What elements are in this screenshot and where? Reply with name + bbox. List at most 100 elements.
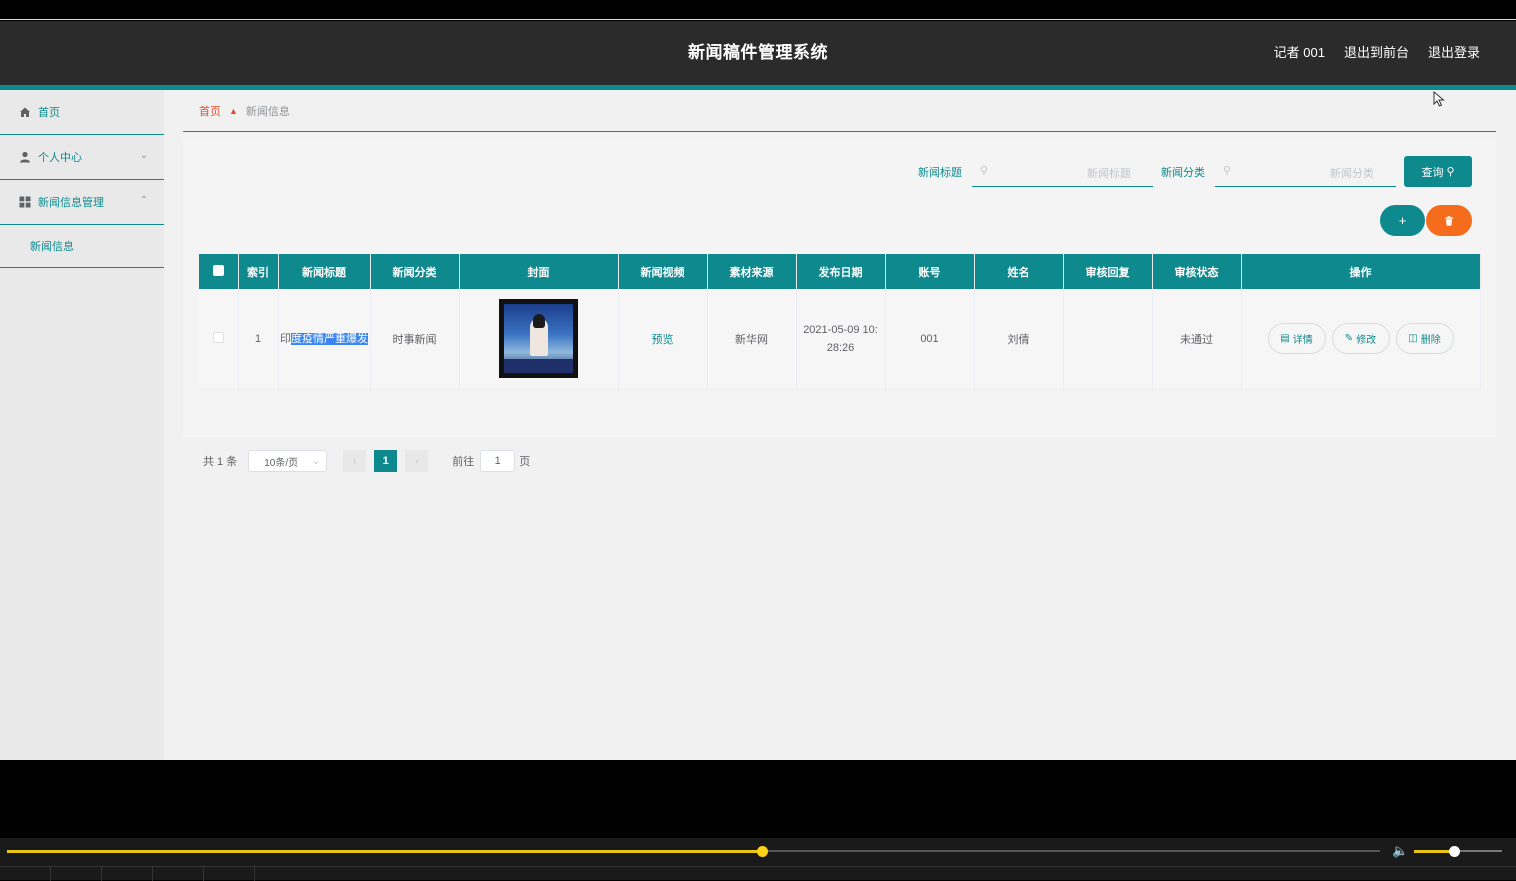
cover-image: [499, 299, 578, 379]
player-tab[interactable]: [204, 867, 255, 881]
player-tab[interactable]: [153, 867, 204, 881]
sidebar-subitem-news-info[interactable]: 新闻信息: [0, 225, 164, 268]
breadcrumb-home[interactable]: 首页: [199, 103, 221, 119]
detail-button-label: 详情: [1292, 335, 1313, 347]
column-header: 账号: [885, 254, 975, 289]
player-bottom-tabs: [0, 866, 1516, 881]
breadcrumb: 首页 ▲ 新闻信息: [183, 90, 1496, 132]
content-panel: 新闻标题 ⚲ 新闻标题 新闻分类 ⚲ 新闻分类 查询 ⚲ + 索引 新闻标题 新…: [183, 140, 1496, 472]
sidebar-item-news-management[interactable]: 新闻信息管理 ⌃: [0, 180, 164, 225]
breadcrumb-separator-icon: ▲: [229, 105, 238, 116]
table-header-row: 索引 新闻标题 新闻分类 封面 新闻视频 素材来源 发布日期 账号 姓名 审核回…: [199, 254, 1481, 289]
sidebar-item-label: 新闻信息管理: [38, 197, 104, 209]
page-size-select[interactable]: 10条/页 ⌄: [248, 450, 328, 472]
pencil-icon: ✎: [1344, 333, 1354, 345]
column-header: 索引: [238, 254, 279, 289]
cover-anchor-figure: [530, 314, 548, 357]
column-header: 审核状态: [1152, 254, 1242, 289]
chevron-down-icon: ⌄: [311, 455, 321, 467]
row-select-cell[interactable]: [199, 289, 239, 390]
sidebar: 首页 个人中心 ⌄ 新闻信息管理 ⌃ 新闻信息: [0, 90, 164, 760]
delete-button-label: 删除: [1420, 335, 1441, 347]
title-cell: 印度疫情严重爆发: [278, 289, 371, 390]
title-text: 印: [280, 332, 291, 345]
grid-icon: [18, 196, 31, 209]
page-number-current[interactable]: 1: [374, 450, 398, 472]
search-icon: ⚲: [980, 165, 989, 177]
trash-icon: ◫: [1408, 333, 1418, 345]
query-button-label: 查询: [1421, 166, 1444, 179]
name-cell: 刘倩: [974, 289, 1064, 390]
main-content: 首页 ▲ 新闻信息 新闻标题 ⚲ 新闻标题 新闻分类 ⚲ 新闻分类 查询 ⚲ +…: [183, 90, 1496, 760]
user-icon: [18, 151, 31, 164]
mouse-cursor-icon: [1433, 91, 1445, 107]
date-cell: 2021-05-09 10:28:26: [796, 289, 886, 390]
total-count: 共 1 条: [203, 456, 238, 468]
app-header: 新闻稿件管理系统 记者 001 退出到前台 退出登录: [0, 21, 1516, 85]
sidebar-item-personal-center[interactable]: 个人中心 ⌄: [0, 135, 164, 180]
goto-suffix: 页: [519, 456, 531, 468]
cover-desk: [504, 359, 573, 374]
sidebar-item-home[interactable]: 首页: [0, 90, 164, 135]
exit-to-front-link[interactable]: 退出到前台: [1344, 21, 1409, 85]
video-player-controls: 🔈: [0, 838, 1516, 881]
row-actions: ▤ 详情 ✎ 修改 ◫ 删除: [1242, 323, 1480, 355]
index-cell: 1: [238, 289, 279, 390]
search-bar: 新闻标题 ⚲ 新闻标题 新闻分类 ⚲ 新闻分类 查询 ⚲: [918, 156, 1472, 187]
cover-cell: [459, 289, 619, 390]
app-body: 首页 个人中心 ⌄ 新闻信息管理 ⌃ 新闻信息 首页 ▲ 新闻信息 新闻标题 ⚲…: [0, 90, 1516, 760]
video-cell: 预览: [618, 289, 708, 390]
document-icon: ▤: [1280, 333, 1290, 345]
category-search-placeholder: 新闻分类: [1330, 168, 1374, 180]
home-icon: [18, 106, 31, 119]
sidebar-item-label: 个人中心: [38, 152, 82, 164]
sidebar-item-label: 首页: [38, 107, 60, 119]
logout-link[interactable]: 退出登录: [1428, 21, 1480, 85]
select-all-header[interactable]: [199, 254, 239, 289]
goto-label: 前往: [452, 456, 475, 468]
column-header: 操作: [1241, 254, 1481, 289]
pagination: 共 1 条 10条/页 ⌄ ‹ 1 › 前往 1 页: [203, 450, 530, 472]
next-page-button[interactable]: ›: [405, 450, 429, 472]
column-header: 姓名: [974, 254, 1064, 289]
title-search-label: 新闻标题: [918, 166, 962, 179]
player-tab[interactable]: [51, 867, 102, 881]
row-checkbox[interactable]: [212, 331, 224, 343]
page-size-value: 10条/页: [264, 457, 299, 469]
category-search-label: 新闻分类: [1161, 166, 1205, 179]
category-search-input[interactable]: ⚲ 新闻分类: [1215, 156, 1396, 187]
table-row: 1 印度疫情严重爆发 时事新闻 预览 新华网 2021-05-09 10:28:…: [199, 289, 1481, 390]
add-button[interactable]: +: [1380, 205, 1425, 236]
review-reply-cell: [1063, 289, 1153, 390]
category-cell: 时事新闻: [370, 289, 460, 390]
trash-icon: [1445, 215, 1453, 226]
detail-button[interactable]: ▤ 详情: [1267, 323, 1326, 355]
current-user[interactable]: 记者 001: [1274, 21, 1325, 85]
volume-handle[interactable]: [1449, 846, 1460, 857]
search-icon: ⚲: [1223, 165, 1232, 177]
column-header: 素材来源: [707, 254, 797, 289]
player-tab[interactable]: [0, 867, 51, 881]
video-preview-link[interactable]: 预览: [652, 334, 674, 346]
volume-level: [1414, 850, 1454, 853]
top-strip: [0, 0, 1516, 20]
title-search-placeholder: 新闻标题: [1087, 168, 1131, 180]
delete-button[interactable]: ◫ 删除: [1395, 323, 1454, 355]
column-header: 审核回复: [1063, 254, 1153, 289]
account-cell: 001: [885, 289, 975, 390]
volume-icon[interactable]: 🔈: [1392, 843, 1408, 859]
player-tab[interactable]: [102, 867, 153, 881]
query-button[interactable]: 查询 ⚲: [1404, 156, 1472, 187]
news-table: 索引 新闻标题 新闻分类 封面 新闻视频 素材来源 发布日期 账号 姓名 审核回…: [199, 254, 1481, 390]
review-status-cell: 未通过: [1152, 289, 1242, 390]
chevron-down-icon: ⌄: [139, 150, 148, 161]
title-search-input[interactable]: ⚲ 新闻标题: [972, 156, 1153, 187]
prev-page-button[interactable]: ‹: [343, 450, 367, 472]
screen: 新闻稿件管理系统 记者 001 退出到前台 退出登录 首页 个人中心 ⌄ 新闻信…: [0, 0, 1516, 881]
column-header: 新闻视频: [618, 254, 708, 289]
edit-button[interactable]: ✎ 修改: [1331, 323, 1390, 355]
select-all-checkbox[interactable]: [212, 264, 224, 276]
seek-handle[interactable]: [757, 846, 768, 857]
goto-page-input[interactable]: 1: [480, 450, 516, 472]
batch-delete-button[interactable]: [1426, 205, 1472, 236]
